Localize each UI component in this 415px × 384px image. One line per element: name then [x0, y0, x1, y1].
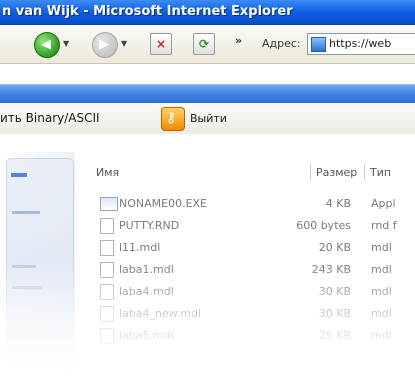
column-divider[interactable] [364, 164, 365, 180]
key-glyph: ⚷ [166, 110, 177, 126]
forward-button[interactable]: ▶ [92, 32, 118, 58]
file-row[interactable]: laba4_new.mdl 30 KB mdl [90, 303, 415, 323]
exit-key-icon[interactable]: ⚷ [161, 107, 185, 131]
file-size: 30 KB [318, 307, 351, 320]
file-type: mdl [371, 329, 392, 342]
file-size: 600 bytes [296, 219, 351, 232]
more-toolbar-chevron[interactable]: » [235, 34, 242, 47]
file-icon [100, 262, 114, 278]
file-size: 4 KB [325, 197, 351, 210]
file-size: 243 KB [311, 263, 351, 276]
forward-dropdown-icon[interactable]: ▼ [121, 39, 127, 48]
file-icon [100, 218, 114, 234]
file-list: Имя Размер Тип NONAME00.EXE 4 KB Appl PU… [90, 162, 415, 384]
left-nav-item[interactable] [11, 173, 27, 177]
back-button[interactable]: ◀ [34, 32, 60, 58]
file-type: Appl [371, 197, 396, 210]
file-name: laba5.mdl [119, 329, 174, 342]
file-row[interactable]: NONAME00.EXE 4 KB Appl [90, 193, 415, 213]
file-list-header: Имя Размер Тип [90, 162, 415, 182]
file-type: rnd f [371, 219, 397, 232]
file-name: l11.mdl [119, 241, 161, 254]
refresh-icon: ⟳ [198, 37, 210, 51]
exit-button[interactable]: Выйти [190, 112, 227, 125]
file-name: laba4_new.mdl [119, 307, 201, 320]
window-title: n van Wijk - Microsoft Internet Explorer [2, 4, 293, 19]
links-bar [0, 84, 415, 103]
file-type: mdl [371, 307, 392, 320]
file-name: PUTTY.RND [119, 219, 180, 232]
file-size: 30 KB [318, 285, 351, 298]
file-type: mdl [371, 241, 392, 254]
file-row[interactable]: laba5.mdl 25 KB mdl [90, 325, 415, 345]
binary-ascii-toggle[interactable]: ить Binary/ASCII [0, 111, 100, 125]
left-nav-card [6, 158, 74, 365]
file-row[interactable]: PUTTY.RND 600 bytes rnd f [90, 215, 415, 235]
application-file-icon [100, 197, 118, 211]
ie-toolbar: ◀ ▼ ▶ ▼ × ⟳ » Адрес: https://web [0, 25, 415, 64]
file-name: laba4.mdl [119, 285, 174, 298]
file-icon [100, 240, 114, 256]
back-dropdown-icon[interactable]: ▼ [63, 39, 69, 48]
address-label: Адрес: [262, 37, 301, 50]
file-icon [100, 328, 114, 344]
left-nav-item[interactable] [12, 286, 42, 289]
app-toolbar: ить Binary/ASCII ⚷ Выйти [0, 104, 415, 134]
back-arrow-icon: ◀ [41, 37, 51, 52]
file-size: 20 KB [318, 241, 351, 254]
page-icon [311, 37, 326, 52]
address-bar[interactable]: https://web [307, 33, 415, 55]
file-type: mdl [371, 285, 392, 298]
file-type: mdl [371, 263, 392, 276]
file-size: 25 KB [318, 329, 351, 342]
forward-arrow-icon: ▶ [99, 37, 109, 52]
stop-button[interactable]: × [150, 33, 172, 55]
title-bar: n van Wijk - Microsoft Internet Explorer [0, 0, 415, 25]
file-row[interactable]: laba4.mdl 30 KB mdl [90, 281, 415, 301]
file-row[interactable]: laba1.mdl 243 KB mdl [90, 259, 415, 279]
left-nav-item[interactable] [12, 211, 40, 214]
file-name: NONAME00.EXE [119, 197, 208, 210]
column-header-type[interactable]: Тип [370, 166, 391, 179]
browser-window: n van Wijk - Microsoft Internet Explorer… [0, 0, 415, 384]
file-name: laba1.mdl [119, 263, 174, 276]
address-url[interactable]: https://web [329, 37, 391, 50]
column-header-size[interactable]: Размер [316, 166, 357, 179]
file-icon [100, 284, 114, 300]
refresh-button[interactable]: ⟳ [193, 33, 215, 55]
column-divider[interactable] [310, 164, 311, 180]
column-header-name[interactable]: Имя [96, 166, 119, 179]
left-panel [0, 152, 75, 384]
file-icon [100, 306, 114, 322]
left-nav-item[interactable] [12, 265, 36, 268]
stop-icon: × [155, 37, 167, 51]
file-row[interactable]: l11.mdl 20 KB mdl [90, 237, 415, 257]
